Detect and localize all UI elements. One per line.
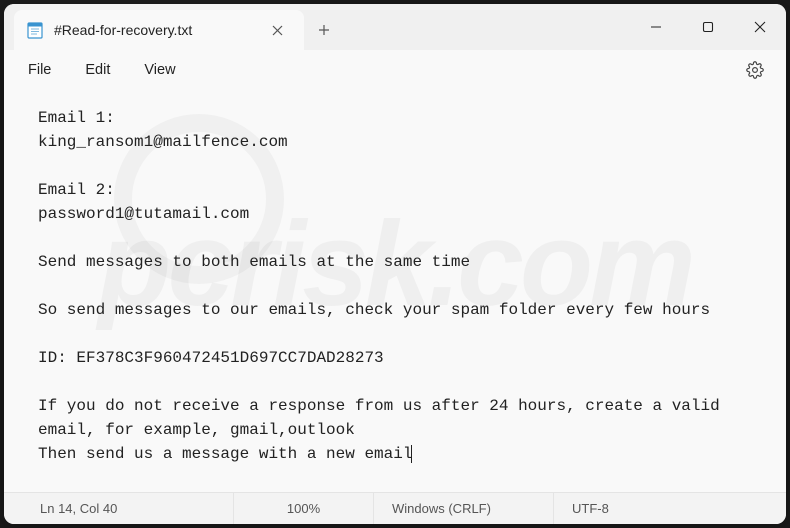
plus-icon xyxy=(318,24,330,36)
text-editor-area[interactable]: Email 1: king_ransom1@mailfence.com Emai… xyxy=(4,90,786,492)
text-caret xyxy=(411,445,412,463)
window-controls xyxy=(630,4,786,50)
minimize-button[interactable] xyxy=(630,4,682,50)
titlebar: #Read-for-recovery.txt xyxy=(4,4,786,50)
menubar: File Edit View xyxy=(4,50,786,90)
document-content: Email 1: king_ransom1@mailfence.com Emai… xyxy=(38,109,720,463)
tab-active[interactable]: #Read-for-recovery.txt xyxy=(14,10,304,50)
maximize-icon xyxy=(702,21,714,33)
notepad-window: pcrisk.com #Read-for-recovery.txt xyxy=(4,4,786,524)
settings-button[interactable] xyxy=(738,53,772,87)
minimize-icon xyxy=(650,21,662,33)
menu-edit[interactable]: Edit xyxy=(69,56,126,84)
menu-file[interactable]: File xyxy=(12,56,67,84)
status-zoom[interactable]: 100% xyxy=(234,493,374,524)
statusbar: Ln 14, Col 40 100% Windows (CRLF) UTF-8 xyxy=(4,492,786,524)
status-encoding[interactable]: UTF-8 xyxy=(554,493,786,524)
menu-view[interactable]: View xyxy=(128,56,191,84)
status-cursor-position[interactable]: Ln 14, Col 40 xyxy=(4,493,234,524)
close-icon xyxy=(272,25,283,36)
tab-title: #Read-for-recovery.txt xyxy=(54,22,254,38)
window-close-button[interactable] xyxy=(734,4,786,50)
maximize-button[interactable] xyxy=(682,4,734,50)
close-icon xyxy=(754,21,766,33)
status-line-ending[interactable]: Windows (CRLF) xyxy=(374,493,554,524)
gear-icon xyxy=(746,61,764,79)
tab-close-button[interactable] xyxy=(264,17,290,43)
notepad-icon xyxy=(26,21,44,39)
new-tab-button[interactable] xyxy=(304,10,344,50)
